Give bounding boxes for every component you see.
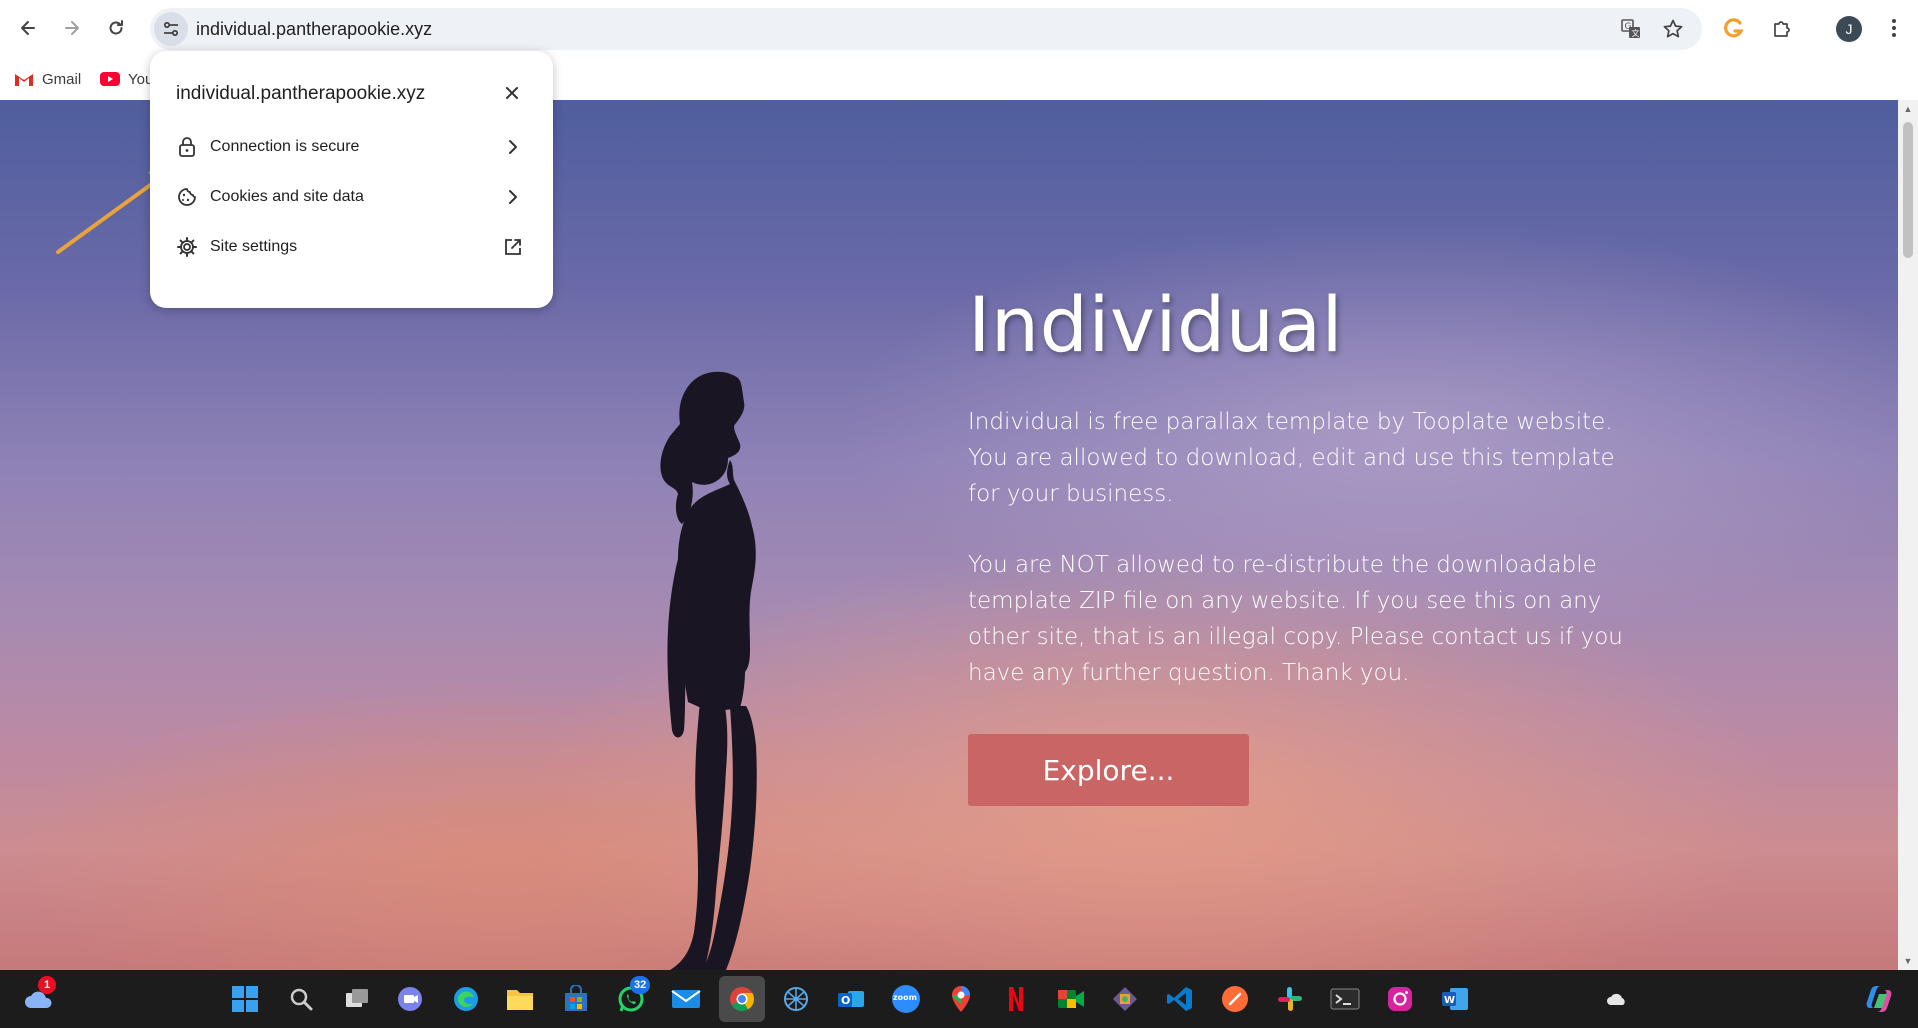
search-icon[interactable] [284, 982, 318, 1016]
mail-icon[interactable] [669, 982, 703, 1016]
profile-avatar[interactable]: J [1836, 16, 1862, 42]
maps-icon[interactable] [944, 982, 978, 1016]
svg-text:O: O [841, 994, 850, 1007]
site-settings-row[interactable]: Site settings [150, 225, 553, 269]
windows-taskbar: 1 32 O zoom W [0, 970, 1918, 1028]
popup-close-button[interactable] [500, 81, 524, 105]
edge-icon[interactable] [449, 982, 483, 1016]
browser-menu-button[interactable] [1876, 10, 1912, 46]
bookmark-star-button[interactable] [1660, 16, 1686, 42]
store-icon[interactable] [559, 982, 593, 1016]
translate-icon: G文 [1621, 19, 1640, 38]
extensions-button[interactable] [1764, 10, 1800, 46]
page-scrollbar[interactable]: ▲ ▼ [1898, 100, 1918, 970]
windows-start-icon[interactable] [228, 982, 262, 1016]
netflix-icon[interactable] [999, 982, 1033, 1016]
star-icon [1663, 19, 1683, 38]
connection-secure-row[interactable]: Connection is secure [150, 125, 553, 169]
close-icon [506, 87, 518, 99]
gear-icon [176, 236, 198, 258]
explore-button[interactable]: Explore... [968, 734, 1249, 806]
kebab-menu-icon [1892, 19, 1896, 37]
cookies-site-data-label: Cookies and site data [210, 188, 364, 205]
url-text[interactable]: individual.pantherapookie.xyz [196, 19, 432, 40]
cookie-icon [176, 186, 198, 208]
puzzle-icon [1774, 21, 1790, 37]
svg-text:W: W [1444, 995, 1455, 1006]
address-bar[interactable]: individual.pantherapookie.xyz G文 [150, 8, 1702, 50]
chevron-right-icon [502, 186, 524, 208]
grammarly-extension-button[interactable] [1716, 10, 1752, 46]
copilot-icon[interactable] [1862, 982, 1896, 1016]
chrome-icon[interactable] [719, 976, 765, 1022]
vscode-icon[interactable] [1163, 982, 1197, 1016]
hero-paragraph-1: Individual is free parallax template by … [968, 409, 1615, 507]
connection-secure-label: Connection is secure [210, 138, 360, 155]
popup-site-title: individual.pantherapookie.xyz [176, 83, 426, 104]
whatsapp-icon[interactable]: 32 [614, 976, 651, 1016]
zoom-label: zoom [893, 993, 917, 1002]
weather-badge: 1 [38, 976, 56, 994]
grammarly-icon [1724, 18, 1744, 38]
outlook-icon[interactable]: O [834, 982, 868, 1016]
scroll-thumb[interactable] [1903, 122, 1913, 258]
network-icon[interactable] [779, 982, 813, 1016]
file-explorer-icon[interactable] [503, 982, 537, 1016]
meet-icon[interactable] [1054, 982, 1088, 1016]
postman-icon[interactable] [1218, 982, 1252, 1016]
open-external-icon [502, 236, 524, 258]
hero-title: Individual [968, 280, 1344, 369]
chevron-right-icon [502, 136, 524, 158]
hero-paragraph-2: You are NOT allowed to re-distribute the… [968, 552, 1623, 686]
slack-icon[interactable] [1273, 982, 1307, 1016]
scroll-up-icon[interactable]: ▲ [1903, 104, 1913, 114]
task-view-icon[interactable] [340, 982, 374, 1016]
zoom-icon[interactable]: zoom [889, 982, 923, 1016]
whatsapp-badge: 32 [630, 976, 651, 994]
word-icon[interactable]: W [1438, 982, 1472, 1016]
onedrive-icon[interactable] [1600, 982, 1634, 1016]
browser-toolbar: individual.pantherapookie.xyz G文 J [0, 0, 1918, 58]
site-settings-label: Site settings [210, 238, 298, 255]
scroll-down-icon[interactable]: ▼ [1903, 956, 1913, 966]
teams-icon[interactable] [393, 982, 427, 1016]
terminal-icon[interactable] [1328, 982, 1362, 1016]
weather-icon[interactable]: 1 [22, 976, 56, 1016]
instagram-icon[interactable] [1383, 982, 1417, 1016]
site-info-popup: individual.pantherapookie.xyz Connection… [150, 51, 553, 308]
cookies-site-data-row[interactable]: Cookies and site data [150, 175, 553, 219]
lock-icon [176, 136, 198, 158]
svg-text:文: 文 [1632, 28, 1640, 38]
git-icon[interactable] [1108, 982, 1142, 1016]
translate-button[interactable]: G文 [1618, 16, 1644, 42]
